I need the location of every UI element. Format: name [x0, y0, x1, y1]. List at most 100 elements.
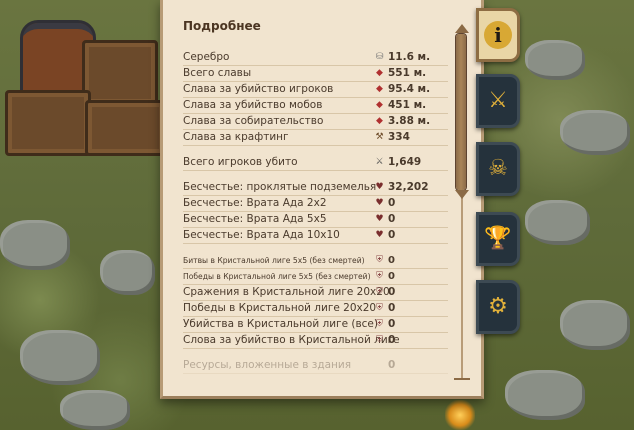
stat-label: Всего игроков убито — [183, 156, 298, 168]
crystal-shield-icon: ⛨ — [376, 271, 383, 281]
cobblestone — [525, 40, 585, 80]
stat-row: Слава за убийство игроков ◆ 95.4 м. — [183, 82, 448, 98]
cobblestone — [560, 110, 630, 155]
cobblestone — [505, 370, 585, 420]
stat-label: Ресурсы, вложенные в здания — [183, 359, 352, 371]
stat-value: 1,649 — [388, 156, 422, 168]
stat-row: Всего игроков убито ⚔ 1,649 — [183, 155, 448, 171]
stat-row: Победы в Кристальной лиге 5x5 (без смерт… — [183, 269, 448, 285]
cobblestone — [525, 200, 590, 245]
stat-value: 0 — [388, 213, 396, 225]
stat-value: 0 — [388, 197, 396, 209]
row-spacer — [183, 146, 448, 155]
row-spacer — [183, 244, 448, 253]
stat-row: Сражения в Кристальной лиге 20x20 ⛨ 0 — [183, 285, 448, 301]
panel-title: Подробнее — [183, 19, 261, 33]
stat-value: 11.6 м. — [388, 51, 431, 63]
crystal-shield-icon: ⛨ — [376, 319, 383, 329]
stat-value: 551 м. — [388, 67, 427, 79]
cobblestone — [0, 220, 70, 270]
stat-row: Слава за крафтинг ⚒ 334 — [183, 130, 448, 146]
stat-row: Бесчестье: Врата Ада 2x2 ♥ 0 — [183, 196, 448, 212]
stat-value: 334 — [388, 131, 410, 143]
stat-label: Бесчестье: Врата Ада 10x10 — [183, 229, 340, 241]
row-spacer — [183, 349, 448, 358]
tab-guild[interactable]: ⚙ — [476, 280, 520, 334]
guild-globe-icon: ⚙ — [488, 294, 508, 319]
stat-value: 0 — [388, 286, 396, 298]
stat-label: Всего славы — [183, 67, 252, 79]
stat-row: Битвы в Кристальной лиге 5x5 (без смерте… — [183, 253, 448, 269]
stat-value: 3.88 м. — [388, 115, 431, 127]
info-icon: i — [484, 21, 512, 49]
stat-value: 0 — [388, 359, 396, 371]
stat-value: 0 — [388, 255, 395, 266]
stat-value: 0 — [388, 271, 395, 282]
scrollbar-thumb[interactable] — [456, 34, 466, 190]
fame-icon: ◆ — [376, 68, 383, 78]
stat-label: Бесчестье: Врата Ада 2x2 — [183, 197, 327, 209]
scrollbar-end-cap — [454, 378, 470, 380]
tab-achievements[interactable]: 🏆 — [476, 212, 520, 266]
fame-icon: ◆ — [376, 84, 383, 94]
stat-label: Слава за убийство мобов — [183, 99, 323, 111]
stat-row: Слава за собирательство ◆ 3.88 м. — [183, 114, 448, 130]
stat-row: Победы в Кристальной лиге 20x20 ⛨ 0 — [183, 301, 448, 317]
stat-value: 451 м. — [388, 99, 427, 111]
tab-pvp[interactable]: ☠ — [476, 142, 520, 196]
tab-combat[interactable]: ⚔ — [476, 74, 520, 128]
infamy-icon: ♥ — [375, 198, 384, 208]
crossed-swords-icon: ⚔ — [488, 88, 508, 113]
fame-icon: ◆ — [376, 100, 383, 110]
wooden-crate — [82, 40, 158, 106]
stat-label: Слава за собирательство — [183, 115, 324, 127]
skull-crossbones-icon: ☠ — [488, 156, 508, 181]
wooden-crate — [5, 90, 91, 156]
stat-label: Победы в Кристальной лиге 20x20 — [183, 302, 377, 314]
crystal-shield-icon: ⛨ — [376, 335, 383, 345]
stat-row: Всего славы ◆ 551 м. — [183, 66, 448, 82]
trophy-icon: 🏆 — [484, 226, 512, 251]
stat-label: Бесчестье: проклятые подземелья — [183, 181, 377, 193]
stat-row: Слава за убийство мобов ◆ 451 м. — [183, 98, 448, 114]
stats-list: Серебро ⛁ 11.6 м. Всего славы ◆ 551 м. Слава з… — [183, 50, 448, 374]
stat-value: 0 — [388, 318, 396, 330]
craft-icon: ⚒ — [375, 132, 384, 142]
stat-row: Серебро ⛁ 11.6 м. — [183, 50, 448, 66]
stat-label: Серебро — [183, 51, 230, 63]
stat-label: Слава за убийство игроков — [183, 83, 334, 95]
stat-row: Убийства в Кристальной лиге (все) ⛨ 0 — [183, 317, 448, 333]
row-spacer — [183, 171, 448, 180]
stat-label: Битвы в Кристальной лиге 5x5 (без смерте… — [183, 256, 365, 265]
stat-label: Сражения в Кристальной лиге 20x20 — [183, 286, 390, 298]
stat-label: Слова за убийство в Кристальной лиге — [183, 334, 400, 346]
scroll-up-arrow[interactable] — [455, 24, 469, 33]
stat-row: Ресурсы, вложенные в здания 0 — [183, 358, 448, 374]
cobblestone — [560, 300, 630, 350]
stat-label: Победы в Кристальной лиге 5x5 (без смерт… — [183, 272, 371, 281]
crystal-shield-icon: ⛨ — [376, 287, 383, 297]
torch-glow — [445, 400, 475, 430]
tab-info[interactable]: i — [476, 8, 520, 62]
stat-value: 95.4 м. — [388, 83, 431, 95]
infamy-icon: ♥ — [375, 214, 384, 224]
silver-coin-icon: ⛁ — [375, 52, 384, 62]
stat-value: 32,202 — [388, 181, 429, 193]
cobblestone — [20, 330, 100, 385]
scroll-down-arrow[interactable] — [455, 190, 469, 199]
crystal-shield-icon: ⛨ — [376, 255, 383, 265]
stat-row: Бесчестье: Врата Ада 5x5 ♥ 0 — [183, 212, 448, 228]
stat-value: 0 — [388, 302, 396, 314]
cobblestone — [100, 250, 155, 295]
stat-row: Бесчестье: проклятые подземелья ♥ 32,202 — [183, 180, 448, 196]
stat-label: Убийства в Кристальной лиге (все) — [183, 318, 378, 330]
stat-row: Слова за убийство в Кристальной лиге ⛨ 0 — [183, 333, 448, 349]
crossed-swords-icon: ⚔ — [375, 157, 384, 167]
stat-row: Бесчестье: Врата Ада 10x10 ♥ 0 — [183, 228, 448, 244]
stat-value: 0 — [388, 229, 396, 241]
fame-icon: ◆ — [376, 116, 383, 126]
stat-label: Слава за крафтинг — [183, 131, 289, 143]
crystal-shield-icon: ⛨ — [376, 303, 383, 313]
cobblestone — [60, 390, 130, 430]
stat-value: 0 — [388, 334, 396, 346]
